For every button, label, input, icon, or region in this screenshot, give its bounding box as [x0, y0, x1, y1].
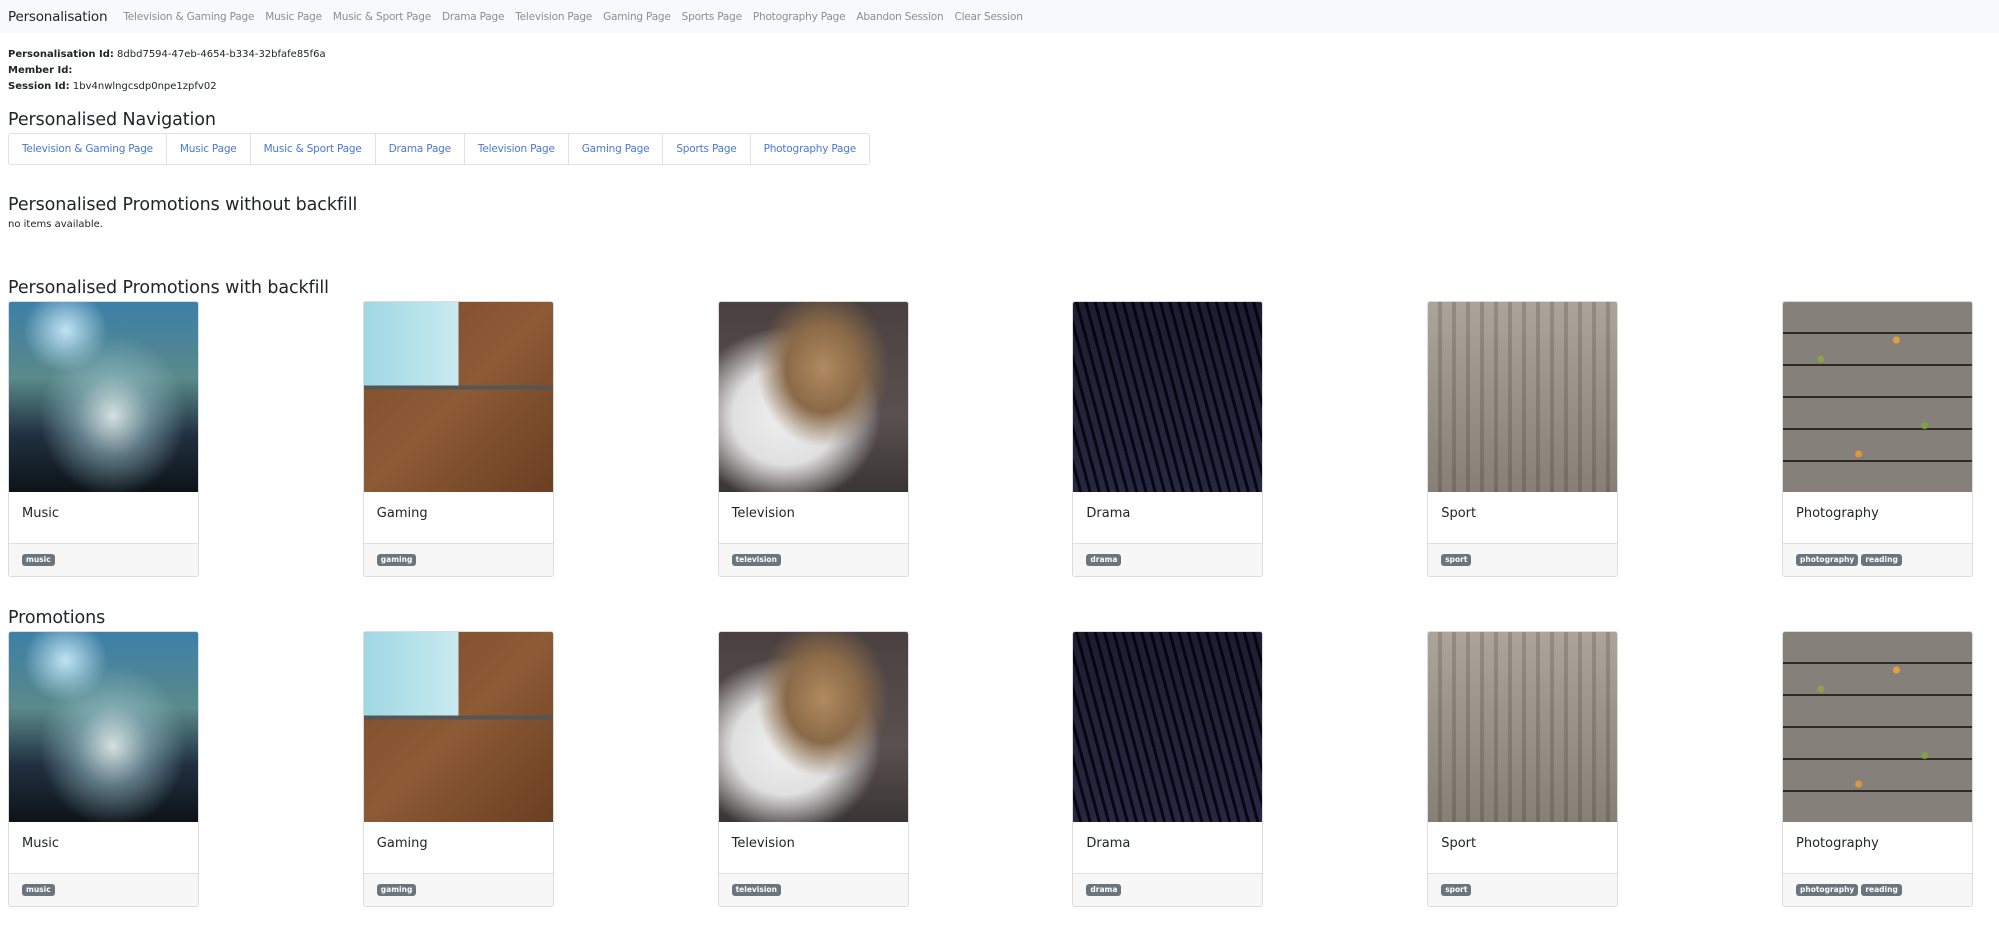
nav-link-gaming[interactable]: Gaming Page [603, 11, 671, 23]
promotion-card[interactable]: Drama drama [1072, 301, 1264, 577]
member-id-label: Member Id: [8, 65, 73, 76]
promotion-card[interactable]: Gaming gaming [362, 631, 554, 907]
promotion-card[interactable]: Photography photography reading [1781, 301, 1973, 577]
tag-badge: drama [1086, 554, 1122, 566]
card-tags: television [718, 873, 908, 906]
card-title: Gaming [376, 506, 428, 521]
nav-link-television[interactable]: Television Page [515, 11, 592, 23]
promotions-heading: Promotions [8, 608, 106, 628]
promotion-card[interactable]: Music music [8, 301, 199, 577]
card-title: Sport [1441, 836, 1477, 851]
promotion-card[interactable]: Television television [717, 631, 909, 907]
pnav-sports[interactable]: Sports Page [662, 134, 749, 164]
card-title: Sport [1441, 506, 1477, 521]
wooden-deck-leaves-photo [1782, 302, 1972, 492]
card-tags: photography reading [1782, 543, 1972, 576]
card-tags: gaming [363, 543, 553, 576]
tag-badge: sport [1441, 554, 1472, 566]
nav-link-sports[interactable]: Sports Page [682, 11, 742, 23]
bulldog-photo [718, 632, 908, 822]
bulldog-photo [718, 302, 908, 492]
promotions-with-backfill-heading: Personalised Promotions with backfill [8, 278, 329, 298]
pnav-drama[interactable]: Drama Page [374, 134, 464, 164]
card-title: Music [22, 836, 59, 851]
personalised-navigation-heading: Personalised Navigation [8, 110, 216, 130]
tag-badge: drama [1086, 884, 1122, 896]
concert-crowd-photo [9, 632, 198, 822]
promotion-card[interactable]: Television television [717, 301, 909, 577]
tag-badge: gaming [376, 554, 417, 566]
tag-badge: reading [1861, 554, 1902, 566]
promotion-card[interactable]: Gaming gaming [362, 301, 554, 577]
card-tags: drama [1073, 543, 1263, 576]
tag-badge: reading [1861, 884, 1902, 896]
card-title: Drama [1086, 506, 1131, 521]
library-shelves-photo [1073, 302, 1263, 492]
card-tags: music [9, 543, 198, 576]
card-tags: photography reading [1782, 873, 1972, 906]
nav-link-drama[interactable]: Drama Page [442, 11, 504, 23]
member-id-row: Member Id: [8, 63, 1991, 79]
tag-badge: television [731, 884, 781, 896]
tag-badge: photography [1795, 554, 1859, 566]
promotions-card-grid: Music music Gaming gaming Television televisi… [0, 631, 1981, 907]
card-tags: sport [1428, 543, 1618, 576]
nav-link-photography[interactable]: Photography Page [753, 11, 846, 23]
tag-badge: television [731, 554, 781, 566]
wooden-deck-leaves-photo [1782, 632, 1972, 822]
card-title: Drama [1086, 836, 1131, 851]
pnav-television-gaming[interactable]: Television & Gaming Page [9, 134, 166, 164]
card-tags: television [718, 543, 908, 576]
backfill-card-grid: Music music Gaming gaming Television televisi… [0, 301, 1981, 577]
session-id-label: Session Id: [8, 81, 70, 92]
concert-crowd-photo [9, 302, 198, 492]
top-navbar: Personalisation Television & Gaming Page… [0, 0, 1999, 33]
pnav-music[interactable]: Music Page [165, 134, 250, 164]
card-tags: drama [1073, 873, 1263, 906]
card-tags: gaming [363, 873, 553, 906]
promotion-card[interactable]: Photography photography reading [1781, 631, 1973, 907]
nav-link-television-gaming[interactable]: Television & Gaming Page [123, 11, 254, 23]
personalisation-id-label: Personalisation Id: [8, 49, 114, 60]
card-title: Television [731, 836, 795, 851]
brand-link[interactable]: Personalisation [8, 9, 108, 25]
abandon-session-link[interactable]: Abandon Session [856, 11, 943, 23]
tag-badge: photography [1795, 884, 1859, 896]
card-title: Television [731, 506, 795, 521]
promotion-card[interactable]: Drama drama [1072, 631, 1264, 907]
pnav-music-sport[interactable]: Music & Sport Page [249, 134, 375, 164]
library-shelves-photo [1073, 632, 1263, 822]
card-title: Gaming [376, 836, 428, 851]
tag-badge: gaming [376, 884, 417, 896]
session-id-row: Session Id: 1bv4nwlngcsdp0npe1zpfv02 [8, 79, 1991, 95]
personalisation-id-value: 8dbd7594-47eb-4654-b334-32bfafe85f6a [117, 49, 326, 60]
laptop-desk-photo [363, 302, 553, 492]
session-info: Personalisation Id: 8dbd7594-47eb-4654-b… [0, 33, 1999, 95]
clear-session-link[interactable]: Clear Session [954, 11, 1022, 23]
promotion-card[interactable]: Sport sport [1427, 301, 1619, 577]
pnav-gaming[interactable]: Gaming Page [567, 134, 663, 164]
card-tags: sport [1428, 873, 1618, 906]
pnav-television[interactable]: Television Page [463, 134, 568, 164]
session-id-value: 1bv4nwlngcsdp0npe1zpfv02 [72, 81, 217, 92]
city-aerial-photo [1428, 632, 1618, 822]
laptop-desk-photo [363, 632, 553, 822]
personalisation-id-row: Personalisation Id: 8dbd7594-47eb-4654-b… [8, 47, 1991, 63]
card-tags: music [9, 873, 198, 906]
city-aerial-photo [1428, 302, 1618, 492]
tag-badge: music [22, 554, 55, 566]
card-title: Photography [1795, 506, 1879, 521]
card-title: Photography [1795, 836, 1879, 851]
pnav-photography[interactable]: Photography Page [749, 134, 869, 164]
promotion-card[interactable]: Sport sport [1427, 631, 1619, 907]
promotion-card[interactable]: Music music [8, 631, 199, 907]
tag-badge: music [22, 884, 55, 896]
nav-link-music-sport[interactable]: Music & Sport Page [333, 11, 431, 23]
no-items-message: no items available. [8, 219, 103, 230]
card-title: Music [22, 506, 59, 521]
personalised-navigation-list: Television & Gaming Page Music Page Musi… [8, 133, 871, 165]
tag-badge: sport [1441, 884, 1472, 896]
promotions-without-backfill-heading: Personalised Promotions without backfill [8, 195, 358, 215]
nav-link-music[interactable]: Music Page [265, 11, 322, 23]
